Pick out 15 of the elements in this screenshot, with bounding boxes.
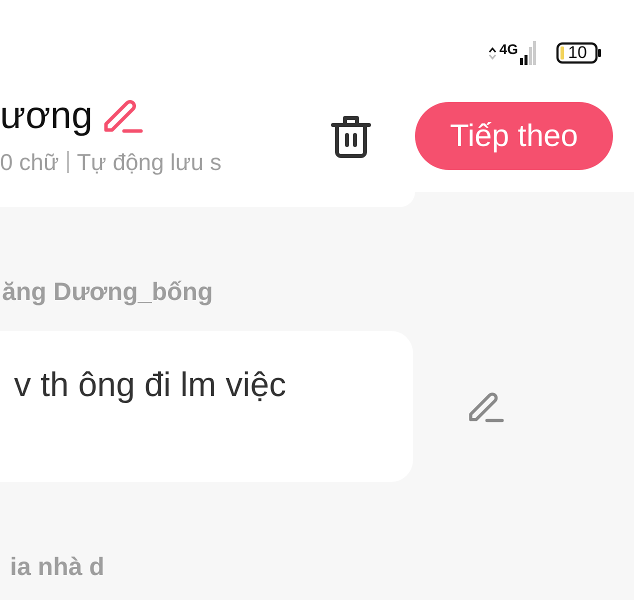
word-count: 0 chữ xyxy=(0,148,59,176)
battery-icon xyxy=(556,42,602,64)
section-label: ăng Dương_bống xyxy=(1,277,214,307)
signal-icon xyxy=(520,41,536,65)
autosave-status: Tự động lưu s xyxy=(76,148,222,176)
card-text: v th ông đi lm việc xyxy=(14,365,288,405)
pencil-icon[interactable] xyxy=(468,390,504,424)
pencil-icon[interactable] xyxy=(102,98,143,134)
text-card[interactable]: v th ông đi lm việc xyxy=(0,331,413,482)
trash-icon[interactable] xyxy=(330,113,372,159)
data-arrows-icon xyxy=(489,46,496,60)
section-label: ia nhà d xyxy=(9,552,106,582)
network-type-label: 4G xyxy=(499,42,518,56)
document-title: ương xyxy=(0,96,93,136)
battery-percent: 10 xyxy=(568,44,587,62)
